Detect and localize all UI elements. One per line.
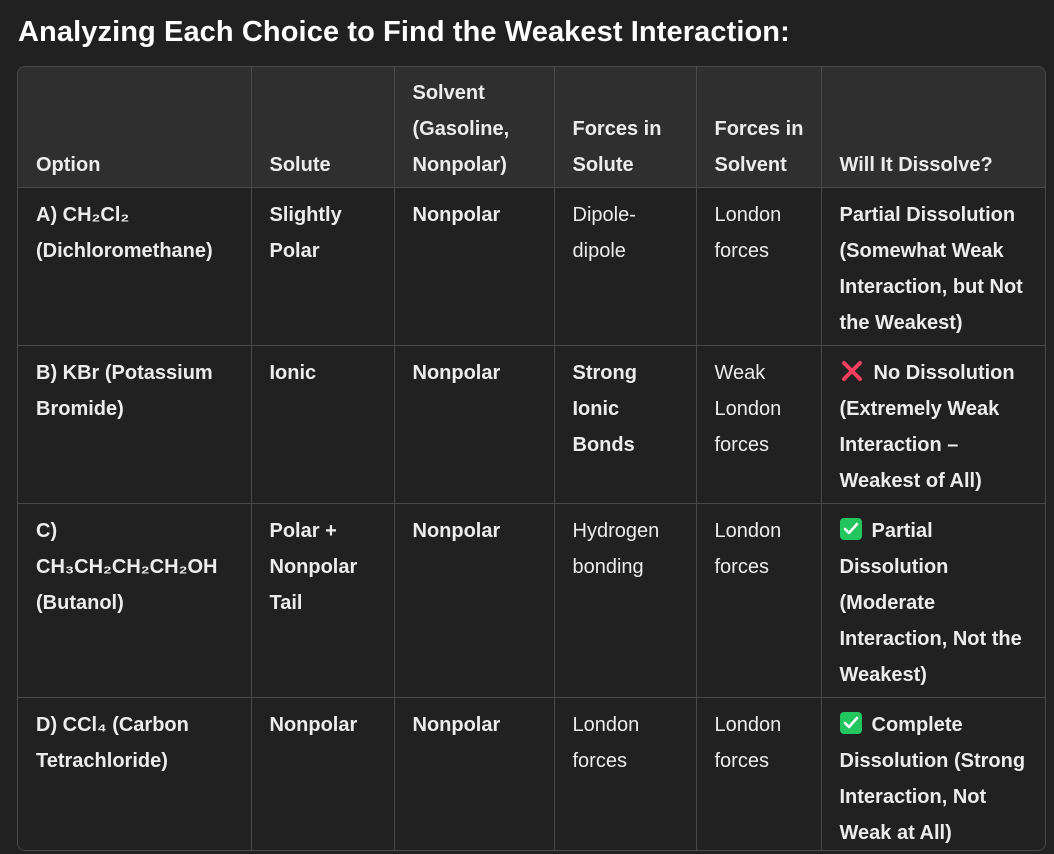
cell-solute: Polar + Nonpolar Tail xyxy=(251,503,395,698)
table-row: B) KBr (Potassium Bromide) Ionic Nonpola… xyxy=(18,345,1045,504)
dissolve-text: Partial Dissolution (Somewhat Weak Inter… xyxy=(839,204,1023,334)
check-mark-icon xyxy=(839,518,862,540)
cell-dissolve: Partial Dissolution (Moderate Interactio… xyxy=(821,503,1045,698)
cell-solvent: Nonpolar xyxy=(394,345,555,504)
cell-forces-solute: Dipole-dipole xyxy=(554,187,697,346)
cell-option: B) KBr (Potassium Bromide) xyxy=(18,345,252,504)
table-header-row: Option Solute Solvent (Gasoline, Nonpola… xyxy=(18,67,1045,188)
dissolve-text: Complete Dissolution (Strong Interaction… xyxy=(839,714,1026,844)
dissolve-text: No Dissolution (Extremely Weak Interacti… xyxy=(839,362,1015,492)
cell-solvent: Nonpolar xyxy=(394,187,555,346)
cell-solute: Nonpolar xyxy=(251,697,395,850)
header-will-it-dissolve: Will It Dissolve? xyxy=(821,67,1045,188)
table-row: A) CH₂Cl₂ (Dichloromethane) Slightly Pol… xyxy=(18,187,1045,346)
dissolve-text: Partial Dissolution (Moderate Interactio… xyxy=(839,520,1022,686)
cell-dissolve: Complete Dissolution (Strong Interaction… xyxy=(821,698,1045,851)
table-row: C) CH₃CH₂CH₂CH₂OH (Butanol) Polar + Nonp… xyxy=(18,503,1045,698)
comparison-table: Option Solute Solvent (Gasoline, Nonpola… xyxy=(17,66,1046,851)
header-solute: Solute xyxy=(251,67,395,188)
cell-forces-solute: London forces xyxy=(554,697,697,850)
cell-forces-solvent: London forces xyxy=(696,187,822,346)
cell-forces-solute: Hydrogen bonding xyxy=(554,503,697,698)
check-mark-icon xyxy=(839,712,862,734)
cell-dissolve: No Dissolution (Extremely Weak Interacti… xyxy=(821,345,1045,504)
cell-solute: Ionic xyxy=(251,345,395,504)
header-option: Option xyxy=(18,67,252,188)
cell-forces-solute: Strong Ionic Bonds xyxy=(554,345,697,504)
cell-solvent: Nonpolar xyxy=(394,697,555,850)
cell-solute: Slightly Polar xyxy=(251,187,395,346)
cell-dissolve: Partial Dissolution (Somewhat Weak Inter… xyxy=(821,187,1045,346)
table-row: D) CCl₄ (Carbon Tetrachloride) Nonpolar … xyxy=(18,697,1045,851)
cell-forces-solvent: Weak London forces xyxy=(696,345,822,504)
cell-forces-solvent: London forces xyxy=(696,697,822,850)
header-forces-solvent: Forces in Solvent xyxy=(696,67,822,188)
page-title: Analyzing Each Choice to Find the Weakes… xyxy=(18,16,790,48)
cell-option: D) CCl₄ (Carbon Tetrachloride) xyxy=(18,697,252,850)
cell-option: A) CH₂Cl₂ (Dichloromethane) xyxy=(18,187,252,346)
cell-solvent: Nonpolar xyxy=(394,503,555,698)
cell-forces-solvent: London forces xyxy=(696,503,822,698)
cell-option: C) CH₃CH₂CH₂CH₂OH (Butanol) xyxy=(18,503,252,698)
header-solvent: Solvent (Gasoline, Nonpolar) xyxy=(394,67,555,188)
cross-mark-icon xyxy=(840,359,864,383)
header-forces-solute: Forces in Solute xyxy=(554,67,697,188)
